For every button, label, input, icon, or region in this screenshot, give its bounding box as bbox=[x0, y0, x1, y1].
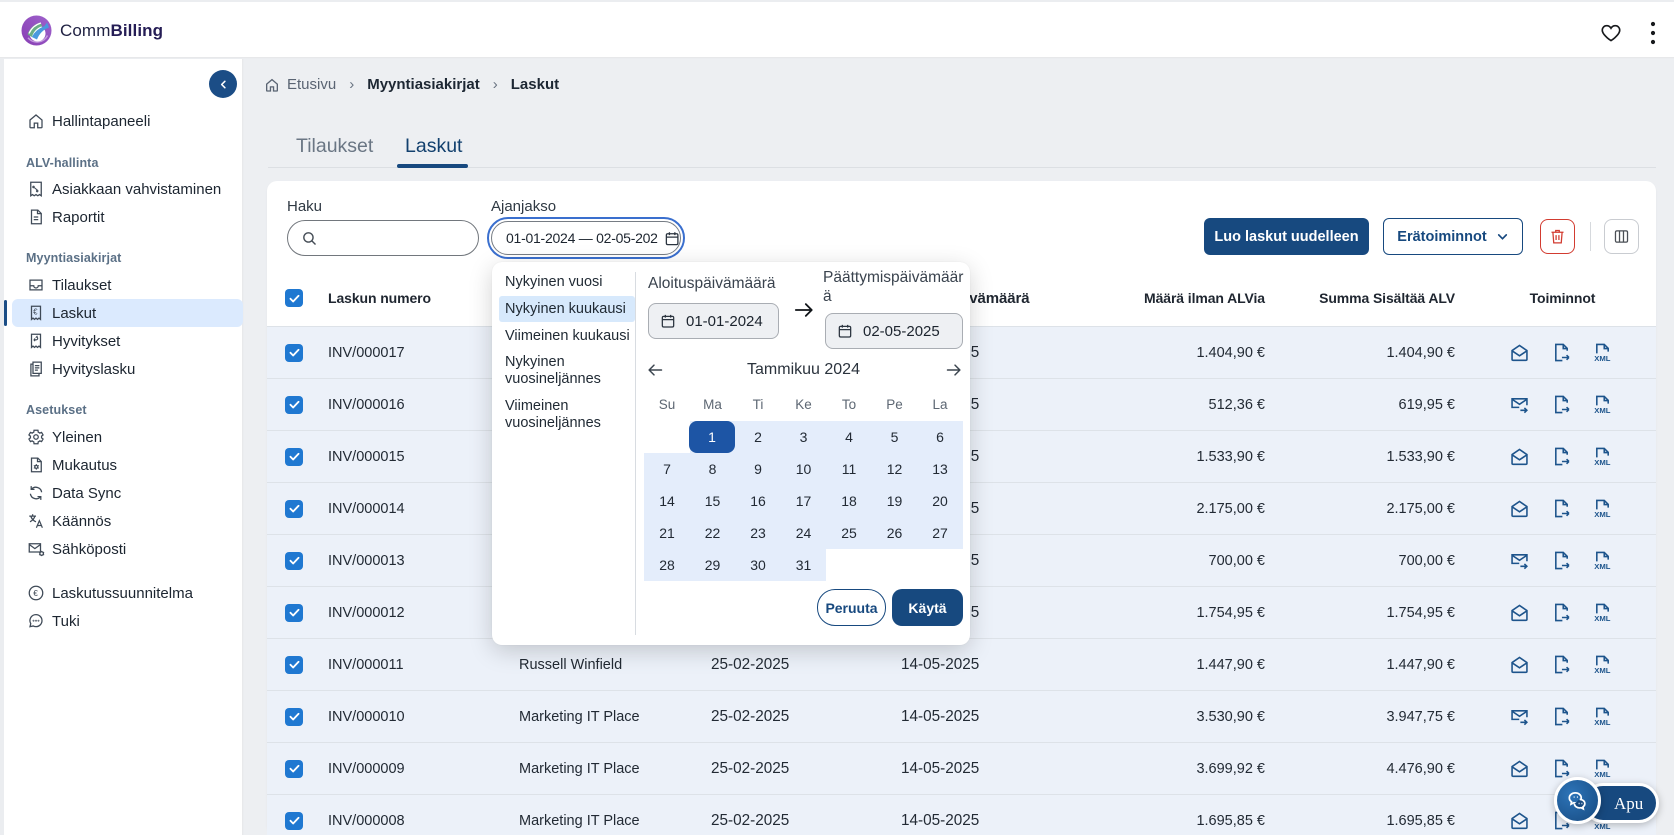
svg-text:€: € bbox=[33, 589, 38, 598]
svg-text:€: € bbox=[33, 307, 38, 316]
